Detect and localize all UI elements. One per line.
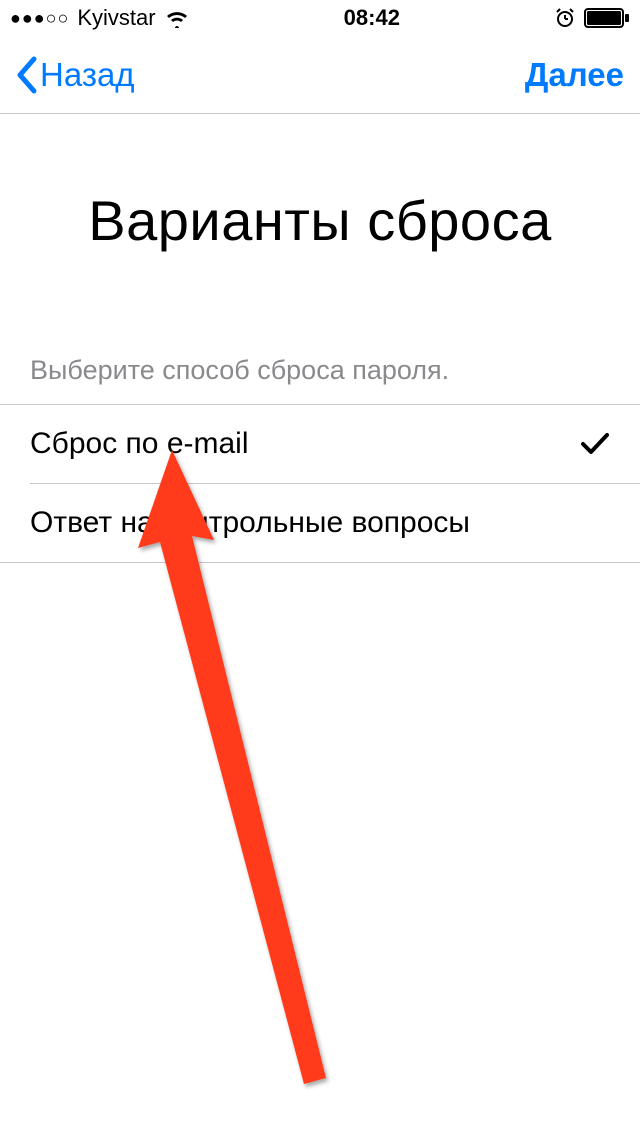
wifi-icon (164, 8, 190, 28)
status-right (554, 7, 630, 29)
page-subtitle: Выберите способ сброса пароля. (0, 355, 640, 404)
alarm-icon (554, 7, 576, 29)
back-button[interactable]: Назад (16, 56, 135, 94)
reset-options-list: Сброс по e-mail Ответ на контрольные воп… (0, 404, 640, 563)
nav-bar: Назад Далее (0, 36, 640, 114)
option-reset-by-email[interactable]: Сброс по e-mail (0, 405, 640, 483)
back-label: Назад (40, 56, 135, 94)
option-label: Сброс по e-mail (30, 427, 249, 461)
battery-icon (584, 8, 630, 28)
signal-strength-icon: ●●●○○ (10, 8, 69, 29)
status-time: 08:42 (344, 5, 400, 31)
chevron-left-icon (16, 56, 38, 94)
next-button[interactable]: Далее (525, 56, 624, 94)
option-security-questions[interactable]: Ответ на контрольные вопросы (30, 483, 640, 562)
status-bar: ●●●○○ Kyivstar 08:42 (0, 0, 640, 36)
option-label: Ответ на контрольные вопросы (30, 506, 470, 540)
status-left: ●●●○○ Kyivstar (10, 5, 190, 31)
carrier-label: Kyivstar (77, 5, 155, 31)
checkmark-icon (580, 432, 610, 456)
page-title: Варианты сброса (0, 188, 640, 253)
